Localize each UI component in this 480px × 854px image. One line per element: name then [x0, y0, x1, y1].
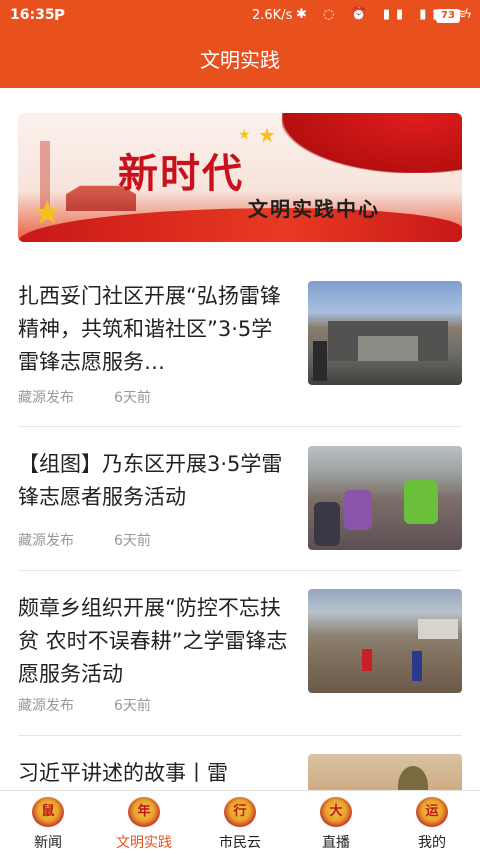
- great-icon: 大: [320, 797, 352, 827]
- news-item[interactable]: 习近平讲述的故事丨雷: [18, 736, 462, 790]
- clock: 16:35: [10, 7, 55, 23]
- tab-label: 文明实践: [116, 835, 172, 851]
- news-title: 扎西妥门社区开展“弘扬雷锋精神，共筑和谐社区”3·5学雷锋志愿服务…: [18, 284, 281, 374]
- news-title: 颇章乡组织开展“防控不忘扶贫 农时不误春耕”之学雷锋志愿服务活动: [18, 596, 288, 686]
- news-source: 藏源发布: [18, 390, 74, 406]
- news-meta: 藏源发布 6天前: [18, 695, 151, 715]
- news-title: 【组图】乃东区开展3·5学雷锋志愿者服务活动: [18, 452, 283, 509]
- red-wave-decoration: [18, 208, 462, 242]
- tab-live[interactable]: 大 直播: [288, 791, 384, 854]
- luck-icon: 运: [416, 797, 448, 827]
- tab-citizen-cloud[interactable]: 行 市民云: [192, 791, 288, 854]
- news-source: 藏源发布: [18, 698, 74, 714]
- news-item[interactable]: 【组图】乃东区开展3·5学雷锋志愿者服务活动 藏源发布 6天前: [18, 427, 462, 571]
- news-source: 藏源发布: [18, 533, 74, 549]
- news-thumbnail: [308, 446, 462, 550]
- rat-icon: 鼠: [32, 797, 64, 827]
- tab-news[interactable]: 鼠 新闻: [0, 791, 96, 854]
- parking-app-icon: P: [54, 6, 65, 24]
- banner[interactable]: ★ ★ ★ ★ ★ 新时代 文明实践中心: [18, 113, 462, 242]
- walk-icon: 行: [224, 797, 256, 827]
- year-icon: 年: [128, 797, 160, 827]
- news-thumbnail: [308, 589, 462, 693]
- news-title: 习近平讲述的故事丨雷: [18, 761, 228, 785]
- tab-label: 新闻: [34, 835, 62, 851]
- news-meta: 藏源发布 6天前: [18, 530, 151, 550]
- banner-headline: 新时代: [118, 150, 244, 197]
- tab-civilization-practice[interactable]: 年 文明实践: [96, 791, 192, 854]
- news-time: 6天前: [114, 390, 151, 406]
- flag-decoration: [282, 113, 462, 173]
- charging-icon: ϟ: [464, 7, 472, 21]
- page-title: 文明实践: [0, 32, 480, 88]
- news-meta: 藏源发布 6天前: [18, 387, 151, 407]
- tab-label: 我的: [418, 835, 446, 851]
- banner-subline: 文明实践中心: [248, 197, 380, 221]
- network-rate: 2.6K/s: [252, 8, 293, 23]
- news-item[interactable]: 扎西妥门社区开展“弘扬雷锋精神，共筑和谐社区”3·5学雷锋志愿服务… 藏源发布 6…: [18, 262, 462, 427]
- news-time: 6天前: [114, 533, 151, 549]
- star-icon: ★: [258, 123, 276, 147]
- tab-label: 市民云: [219, 835, 261, 851]
- tab-label: 直播: [322, 835, 350, 851]
- tab-mine[interactable]: 运 我的: [384, 791, 480, 854]
- battery-icon: 73: [436, 9, 460, 23]
- news-thumbnail: [308, 281, 462, 385]
- news-item[interactable]: 颇章乡组织开展“防控不忘扶贫 农时不误春耕”之学雷锋志愿服务活动 藏源发布 6天前: [18, 571, 462, 736]
- news-time: 6天前: [114, 698, 151, 714]
- bottom-tab-bar: 鼠 新闻 年 文明实践 行 市民云 大 直播 运 我的: [0, 790, 480, 854]
- status-bar: 16:35 P 2.6K/s ✱ ◌ ⏰ ▮▮ ▮▮ ≋ 73 ϟ: [0, 0, 480, 32]
- news-thumbnail: [308, 754, 462, 790]
